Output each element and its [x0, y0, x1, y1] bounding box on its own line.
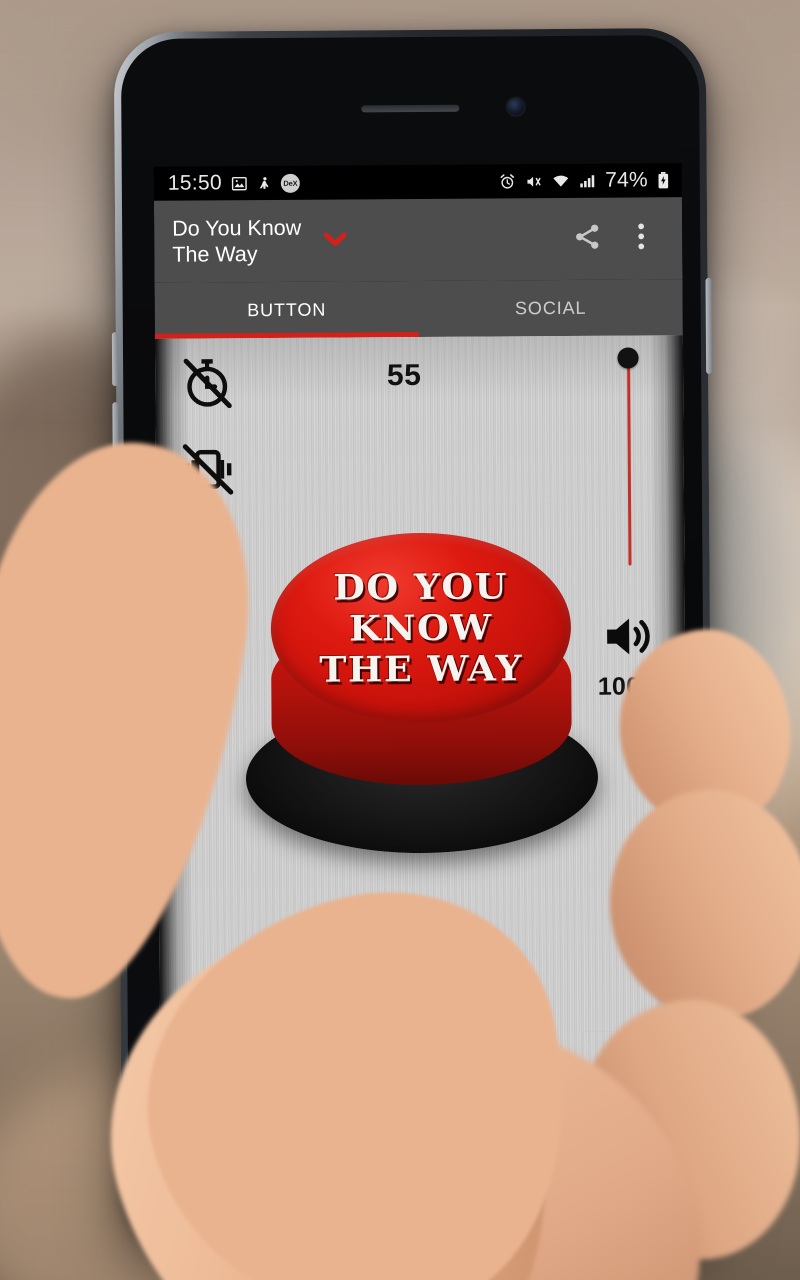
page-title: Do You Know The Way	[172, 215, 302, 267]
vibrate-off-icon	[180, 441, 236, 502]
phone-screen: 15:50 DeX 74% Do You Know The Way BUTTON…	[153, 163, 689, 1127]
status-bar-clock: 15:50	[167, 171, 222, 195]
alarm-icon	[499, 173, 516, 190]
app-bar-spacer	[347, 239, 560, 240]
phone-device: 15:50 DeX 74% Do You Know The Way BUTTON…	[111, 27, 715, 1248]
image-icon	[231, 175, 248, 192]
shuffle-off-icon	[180, 527, 236, 588]
volume-up-icon[interactable]	[603, 611, 657, 666]
home-button[interactable]	[379, 1135, 457, 1213]
status-bar: 15:50 DeX 74%	[153, 163, 682, 201]
chevron-right-icon	[602, 1051, 654, 1105]
volume-slider[interactable]	[611, 347, 647, 566]
current-sound-label: ucking	[185, 1061, 288, 1098]
wifi-icon	[552, 172, 570, 189]
chevron-down-icon[interactable]	[323, 231, 347, 252]
overflow-menu-button[interactable]	[614, 221, 668, 256]
tab-button[interactable]: BUTTON	[155, 281, 419, 339]
more-vertical-icon	[637, 221, 645, 256]
phone-power-button[interactable]	[705, 277, 713, 374]
phone-front-panel: 15:50 DeX 74% Do You Know The Way BUTTON…	[120, 34, 708, 1241]
tab-social[interactable]: SOCIAL	[419, 279, 683, 337]
sound-selector-bar: ucking	[159, 1031, 689, 1127]
volume-level-label: 100%	[597, 672, 664, 701]
volume-controls: 100%	[591, 343, 667, 702]
tab-bar: BUTTON SOCIAL	[154, 279, 683, 339]
volume-slider-thumb[interactable]	[617, 347, 639, 369]
figure-icon	[257, 174, 272, 191]
next-sound-button[interactable]	[602, 1049, 654, 1106]
signal-bars-icon	[579, 172, 596, 189]
phone-volume-down-button[interactable]	[112, 402, 119, 487]
main-sound-button[interactable]: DO YOU KNOW THE WAY	[244, 531, 599, 855]
front-camera	[507, 98, 525, 116]
earpiece-speaker	[361, 104, 460, 113]
battery-percent-label: 74%	[605, 168, 648, 192]
mute-vibrate-off-icon	[525, 173, 543, 190]
share-button[interactable]	[560, 221, 614, 256]
dex-badge: DeX	[280, 173, 300, 193]
battery-charging-icon	[657, 171, 670, 189]
status-bar-right: 74%	[499, 168, 670, 193]
share-icon	[572, 221, 602, 256]
app-bar: Do You Know The Way	[153, 197, 683, 283]
phone-volume-up-button[interactable]	[111, 332, 119, 387]
shuffle-toggle-button[interactable]	[170, 526, 246, 589]
button-label: DO YOU KNOW THE WAY	[319, 565, 524, 691]
main-panel: 55 100% DO YOU KNOW THE WAY ucking	[154, 335, 689, 1127]
volume-slider-track	[626, 358, 632, 566]
vibrate-toggle-button[interactable]	[170, 440, 246, 503]
status-bar-left: 15:50 DeX	[168, 171, 300, 196]
